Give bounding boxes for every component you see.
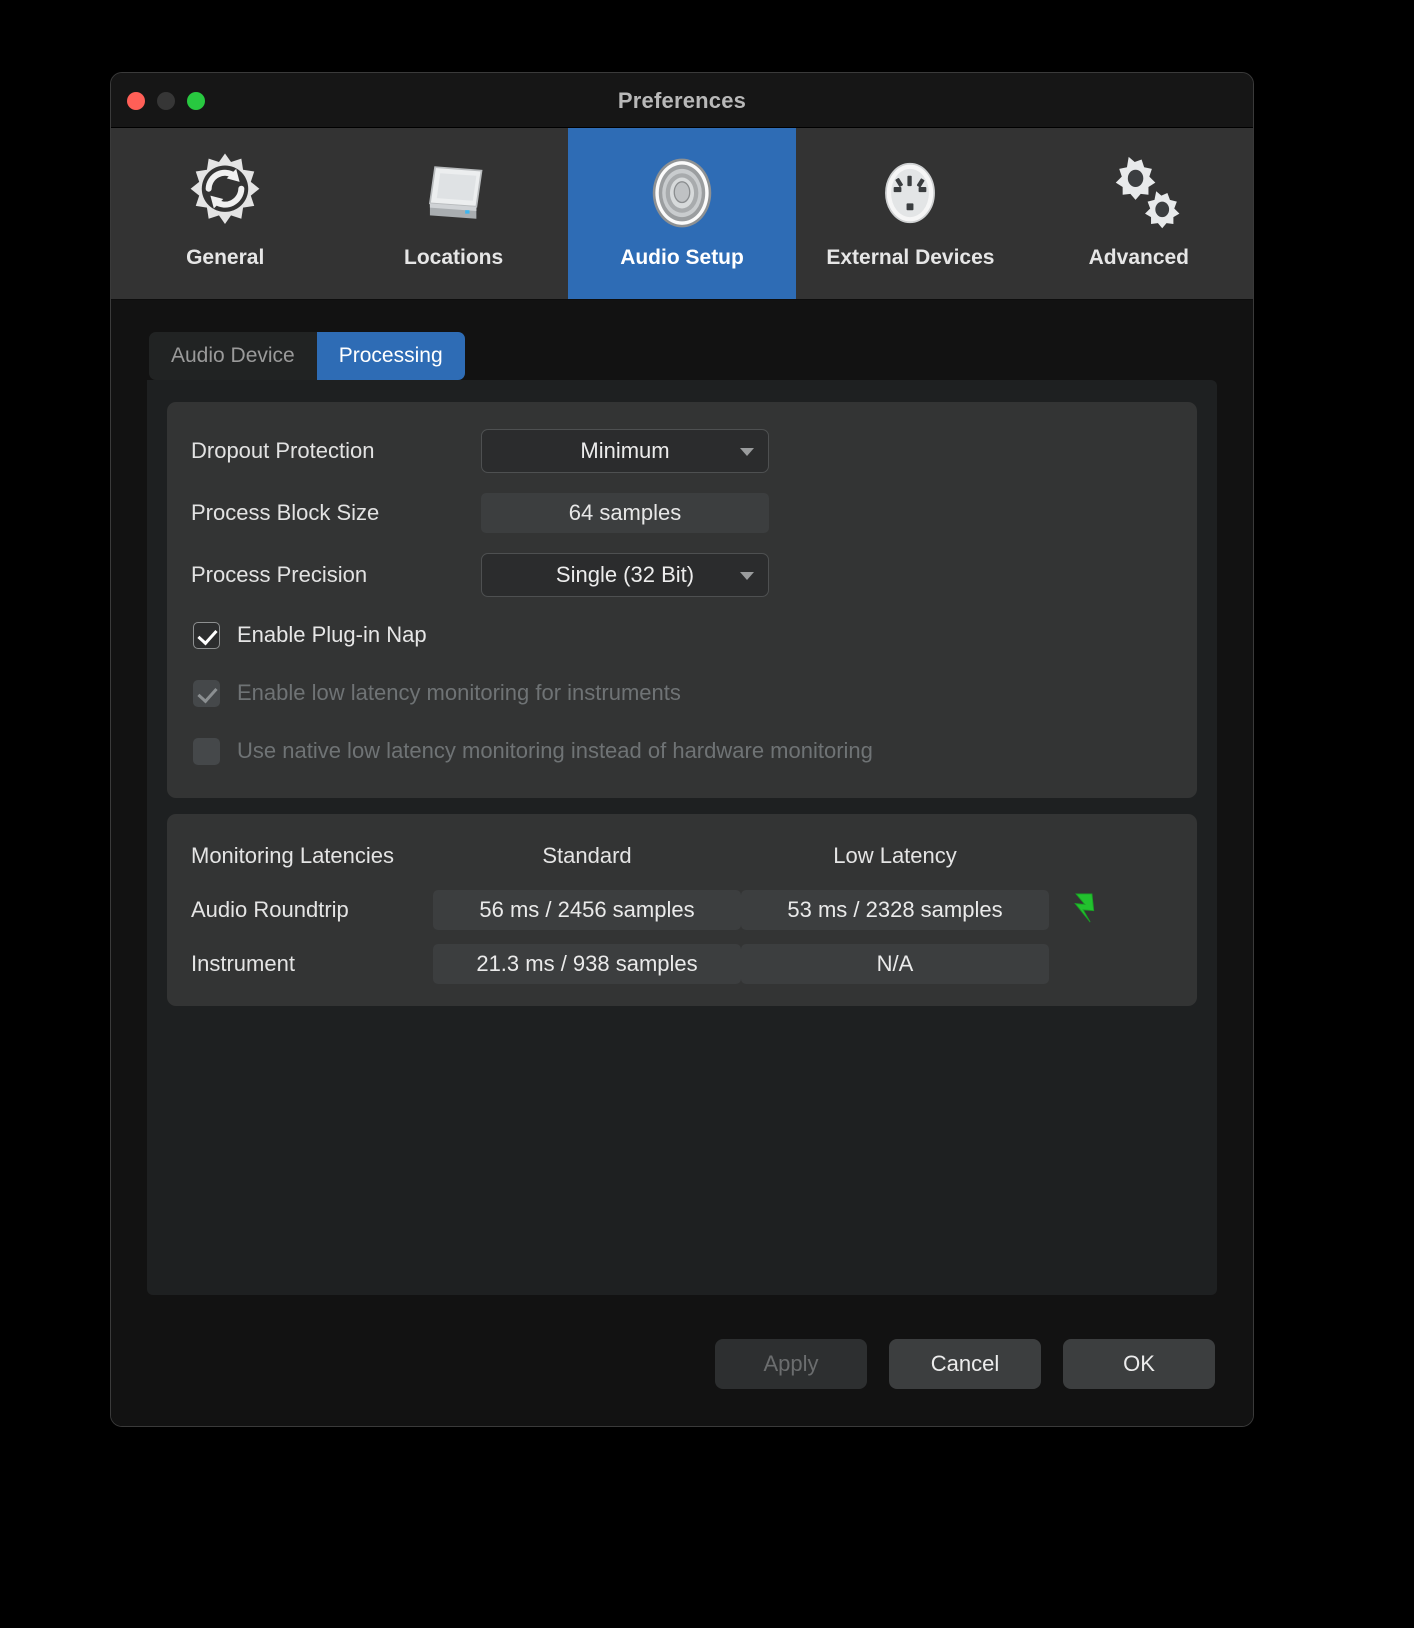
process-precision-value: Single (32 Bit) [555,562,695,587]
table-row: Audio Roundtrip 56 ms / 2456 samples 53 … [191,886,1173,934]
toolbar-item-audio-setup[interactable]: Audio Setup [567,128,797,299]
dropout-protection-select[interactable]: Minimum [481,429,769,473]
use-native-low-latency-monitoring-checkbox [193,737,220,765]
lightning-bolt-icon [1071,892,1097,928]
process-precision-select[interactable]: Single (32 Bit) [481,553,769,597]
dropout-protection-label: Dropout Protection [191,438,375,463]
column-header-low-latency: Low Latency [833,843,957,868]
window-title: Preferences [617,88,747,113]
toolbar-item-label: General [186,246,265,269]
tab-label: Processing [338,344,443,367]
ok-button-label: OK [1123,1350,1155,1376]
row-dropout-protection: Dropout Protection Minimum [191,420,1173,482]
toolbar-item-advanced[interactable]: Advanced [1025,128,1253,299]
table-row: Instrument 21.3 ms / 938 samples N/A [191,940,1173,988]
toolbar-item-label: Advanced [1088,246,1190,269]
two-gears-icon [1025,150,1253,236]
instrument-standard-cell: 21.3 ms / 938 samples [433,944,741,984]
row-label-instrument: Instrument [191,951,295,976]
chevron-down-icon [740,572,754,580]
audio-roundtrip-low-latency-cell: 53 ms / 2328 samples [741,890,1049,930]
ok-button[interactable]: OK [1063,1338,1215,1389]
enable-low-latency-monitoring-checkbox [193,679,220,707]
monitoring-latencies-title: Monitoring Latencies [191,843,395,868]
row-process-block-size: Process Block Size 64 samples [191,482,1173,544]
row-process-precision: Process Precision Single (32 Bit) [191,544,1173,606]
dropout-protection-value: Minimum [580,438,670,463]
row-use-native-low-latency-monitoring: Use native low latency monitoring instea… [191,722,1173,780]
use-native-low-latency-monitoring-label: Use native low latency monitoring instea… [237,738,873,763]
monitoring-latencies-table: Monitoring Latencies Standard Low Latenc… [191,832,1173,988]
preferences-content: Audio Device Processing Dropout Protecti… [111,300,1253,1426]
tab-strip: Audio Device Processing [149,332,465,380]
preferences-window: Preferences General Locations Audio Setu… [110,72,1254,1427]
preferences-toolbar: General Locations Audio Setup External D… [111,128,1253,300]
toolbar-item-general[interactable]: General [111,128,339,299]
cell-value: 53 ms / 2328 samples [741,890,1049,930]
row-enable-plugin-nap[interactable]: Enable Plug-in Nap [191,606,1173,664]
audio-roundtrip-standard-cell: 56 ms / 2456 samples [433,890,741,930]
chevron-down-icon [740,448,754,456]
toolbar-item-locations[interactable]: Locations [339,128,567,299]
enable-low-latency-monitoring-label: Enable low latency monitoring for instru… [237,680,681,705]
process-precision-label: Process Precision [191,562,368,587]
process-block-size-value-field: 64 samples [481,493,769,533]
speaker-icon [568,150,796,236]
tab-processing[interactable]: Processing [316,332,465,380]
cell-value: 21.3 ms / 938 samples [433,944,741,984]
monitoring-latencies-group: Monitoring Latencies Standard Low Latenc… [167,814,1197,1006]
enable-plugin-nap-checkbox[interactable] [193,621,220,649]
row-enable-low-latency-monitoring: Enable low latency monitoring for instru… [191,664,1173,722]
screen: Preferences General Locations Audio Setu… [0,0,1414,1628]
tab-label: Audio Device [171,344,295,367]
enable-plugin-nap-label: Enable Plug-in Nap [237,622,427,647]
apply-button-label: Apply [763,1350,819,1376]
processing-panel: Dropout Protection Minimum Process Block… [147,380,1217,1295]
gear-refresh-icon [111,150,339,236]
cell-value: N/A [741,944,1049,984]
cell-value: 56 ms / 2456 samples [433,890,741,930]
row-label-audio-roundtrip: Audio Roundtrip [191,897,349,922]
toolbar-item-label: Audio Setup [620,246,744,269]
instrument-low-latency-cell: N/A [741,944,1049,984]
table-header-row: Monitoring Latencies Standard Low Latenc… [191,832,1173,880]
toolbar-item-external-devices[interactable]: External Devices [796,128,1024,299]
midi-port-icon [796,150,1024,236]
process-block-size-value: 64 samples [568,500,682,525]
hard-drive-icon [339,150,567,236]
toolbar-item-label: Locations [404,246,504,269]
process-block-size-label: Process Block Size [191,500,380,525]
toolbar-item-label: External Devices [826,246,995,269]
column-header-standard: Standard [542,843,632,868]
audio-roundtrip-badge-cell [1049,892,1119,928]
processing-settings-group: Dropout Protection Minimum Process Block… [167,402,1197,798]
window-titlebar: Preferences [111,73,1253,128]
apply-button[interactable]: Apply [715,1338,867,1389]
dialog-footer: Apply Cancel OK [111,1301,1253,1426]
cancel-button[interactable]: Cancel [889,1338,1041,1389]
tab-audio-device[interactable]: Audio Device [149,332,317,380]
cancel-button-label: Cancel [930,1350,1000,1376]
